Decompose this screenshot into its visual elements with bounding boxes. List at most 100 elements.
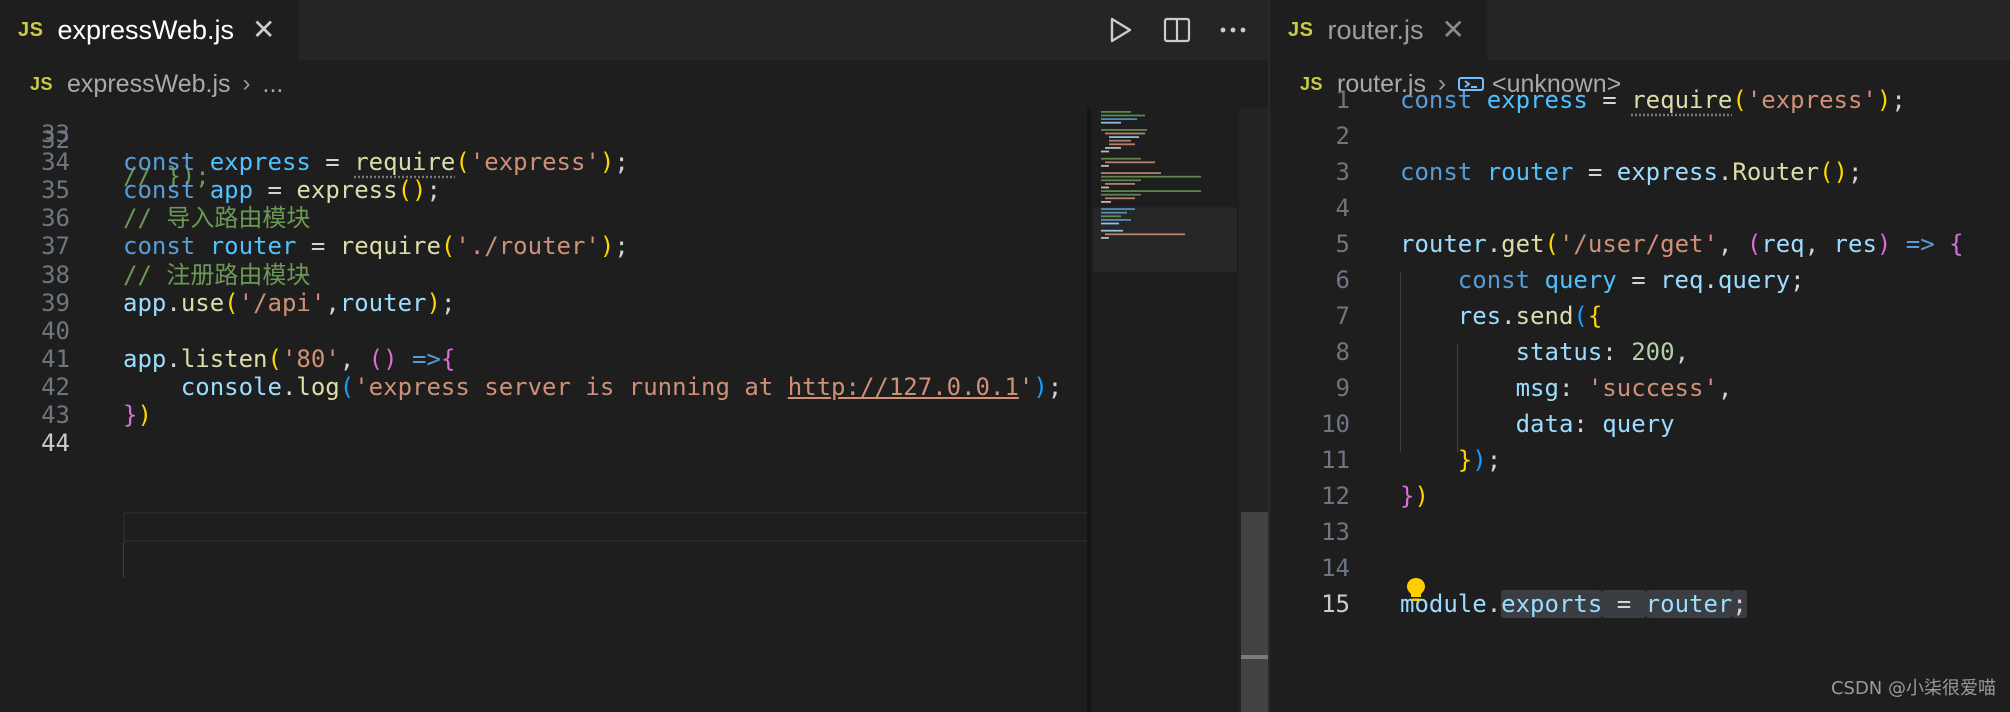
code-token: )	[1876, 230, 1892, 258]
current-line-highlight	[123, 512, 1091, 542]
line-number: 2	[1335, 122, 1350, 150]
code-text: res.send({	[1400, 298, 1603, 334]
tab-label: router.js	[1327, 14, 1424, 45]
code-line[interactable]: 4	[1270, 190, 2010, 226]
code-token: req	[1660, 266, 1704, 294]
minimap-line	[1105, 183, 1135, 185]
code-token: .	[1703, 266, 1718, 294]
code-line[interactable]: 12})	[1270, 478, 2010, 514]
tab-expressweb-js[interactable]: JS expressWeb.js ✕	[0, 0, 298, 60]
tab-router-js[interactable]: JS router.js ✕	[1270, 0, 1487, 60]
code-token: ;	[1891, 86, 1906, 114]
line-number: 9	[1335, 374, 1350, 402]
code-token: const	[1400, 86, 1487, 114]
minimap-line	[1101, 150, 1109, 153]
chevron-right-icon: ›	[242, 70, 251, 97]
code-line[interactable]: 9 msg: 'success',	[1270, 370, 2010, 406]
scrollbar-thumb[interactable]	[1241, 512, 1268, 712]
code-line[interactable]: 3 const router = express.Router();	[1270, 154, 2010, 190]
more-actions-icon[interactable]	[1218, 15, 1248, 45]
lightbulb-icon[interactable]	[1405, 576, 1427, 609]
code-token: router	[1400, 230, 1487, 258]
code-token: }	[1400, 482, 1415, 510]
editor-actions	[1106, 0, 1248, 60]
code-token: const	[1400, 158, 1487, 186]
minimap-line	[1105, 161, 1155, 164]
code-text: });	[1400, 442, 1501, 478]
code-token: )	[1876, 86, 1892, 114]
code-token: ;	[1847, 158, 1863, 186]
minimap-line	[1105, 132, 1145, 135]
code-token: =	[1602, 590, 1646, 618]
code-token: :	[1558, 374, 1588, 402]
code-line[interactable]: 13	[1270, 514, 2010, 550]
code-token: ,	[1717, 374, 1733, 402]
code-token: 'success'	[1587, 374, 1718, 402]
code-token: query	[1544, 266, 1617, 294]
code-token: (	[1544, 230, 1559, 258]
code-line[interactable]: 10 data: query	[1270, 406, 2010, 442]
minimap[interactable]	[1091, 108, 1239, 712]
code-token: Router	[1732, 158, 1820, 186]
code-text: router.get('/user/get', (req, res) => {	[1400, 226, 1964, 262]
code-token: router	[1645, 590, 1733, 618]
run-icon[interactable]	[1106, 15, 1136, 45]
code-token: express	[1616, 158, 1718, 186]
minimap-viewport[interactable]	[1093, 207, 1237, 272]
code-token: =	[1616, 266, 1661, 294]
code-token: .	[1486, 230, 1502, 258]
code-line[interactable]: 7 res.send({	[1270, 298, 2010, 334]
code-line[interactable]: 5 router.get('/user/get', (req, res) => {	[1270, 226, 2010, 262]
minimap-line	[1101, 201, 1111, 203]
code-line[interactable]: 8 status: 200,	[1270, 334, 2010, 370]
code-editor-expressweb[interactable]: 32 // }); 33 34 const express = require('e…	[0, 108, 1268, 712]
code-token: (	[1573, 302, 1588, 330]
split-editor-icon[interactable]	[1162, 15, 1192, 45]
code-token: query	[1602, 410, 1675, 438]
code-token: :	[1602, 338, 1632, 366]
breadcrumb-rest[interactable]: ...	[263, 70, 284, 99]
minimap-line	[1101, 114, 1145, 117]
code-token: data	[1515, 410, 1574, 438]
code-token: ,	[1804, 230, 1834, 258]
code-line[interactable]: 6 const query = req.query;	[1270, 262, 2010, 298]
line-number: 4	[1335, 194, 1350, 222]
line-number: 11	[1321, 446, 1350, 474]
line-number: 5	[1335, 230, 1350, 258]
code-line[interactable]: 15 module.exports = router;	[1270, 586, 2010, 622]
breadcrumb: JS expressWeb.js › ...	[0, 60, 1268, 108]
close-icon[interactable]: ✕	[252, 16, 275, 44]
code-token: const	[1457, 266, 1545, 294]
code-token: ,	[1674, 338, 1690, 366]
minimap-line	[1105, 197, 1135, 200]
code-text: data: query	[1400, 406, 1675, 442]
minimap-line	[1101, 129, 1147, 131]
code-token: query	[1717, 266, 1791, 294]
code-text: const express = require('express');	[1400, 82, 1906, 118]
minimap-line	[1101, 193, 1141, 196]
code-line[interactable]: 11 });	[1270, 442, 2010, 478]
code-token: (	[1732, 86, 1747, 114]
code-line[interactable]: 14	[1270, 550, 2010, 586]
close-icon[interactable]: ✕	[1442, 16, 1465, 44]
code-editor-router[interactable]: 1 const express = require('express'); 2 3 co…	[1270, 86, 2010, 712]
code-token: res	[1833, 230, 1877, 258]
code-token: ;	[1732, 590, 1747, 618]
code-line[interactable]: 44	[0, 425, 1268, 461]
code-token: .	[1501, 302, 1516, 330]
right-editor-pane: JS router.js ✕ JS router.js › <unknown> …	[1270, 0, 2010, 712]
line-number: 8	[1335, 338, 1350, 366]
code-token: (	[1746, 230, 1762, 258]
code-line[interactable]: 2	[1270, 118, 2010, 154]
js-file-icon: JS	[18, 18, 44, 41]
minimap-line	[1101, 186, 1109, 189]
minimap-line	[1109, 139, 1131, 142]
breadcrumb-file[interactable]: expressWeb.js	[67, 70, 231, 99]
indent-guide	[123, 542, 124, 578]
right-tab-bar: JS router.js ✕	[1270, 0, 2010, 60]
code-text: msg: 'success',	[1400, 370, 1733, 406]
code-line[interactable]: 1 const express = require('express');	[1270, 82, 2010, 118]
code-text: const query = req.query;	[1400, 262, 1805, 298]
